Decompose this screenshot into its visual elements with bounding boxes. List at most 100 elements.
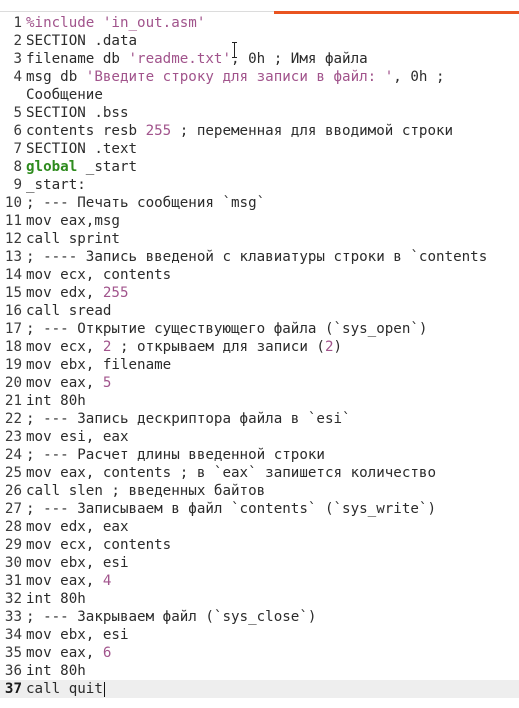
code-line[interactable]: 18 mov ecx, 2 ; открываем для записи (2) bbox=[0, 338, 519, 356]
code-line-current[interactable]: 37 call quit bbox=[0, 680, 519, 698]
code-text[interactable]: call quit bbox=[26, 680, 105, 698]
code-token: call sread bbox=[26, 303, 112, 319]
code-line[interactable]: 8 global _start bbox=[0, 158, 519, 176]
code-token: mov eax, bbox=[26, 375, 103, 391]
line-number: 31 bbox=[4, 573, 22, 589]
line-number: 1 bbox=[13, 15, 22, 31]
code-line[interactable]: 28 mov edx, eax bbox=[0, 518, 519, 536]
code-line[interactable]: 30 mov ebx, esi bbox=[0, 554, 519, 572]
line-number: 12 bbox=[4, 231, 22, 247]
code-text[interactable]: global _start bbox=[26, 158, 137, 176]
code-text[interactable]: %include 'in_out.asm' bbox=[26, 14, 205, 32]
code-text[interactable]: call sread bbox=[26, 302, 111, 320]
code-line[interactable]: 11 mov eax,msg bbox=[0, 212, 519, 230]
code-line[interactable]: 34 mov ebx, esi bbox=[0, 626, 519, 644]
code-line[interactable]: 7 SECTION .text bbox=[0, 140, 519, 158]
code-text[interactable]: mov eax, 6 bbox=[26, 644, 111, 662]
code-line[interactable]: 33; --- Закрываем файл (`sys_close`) bbox=[0, 608, 519, 626]
code-text[interactable]: SECTION .bss bbox=[26, 104, 129, 122]
code-text[interactable]: mov edx, 255 bbox=[26, 284, 129, 302]
code-line[interactable]: 22; --- Запись дескриптора файла в `esi` bbox=[0, 410, 519, 428]
code-line[interactable]: 32 int 80h bbox=[0, 590, 519, 608]
code-line[interactable]: 36 int 80h bbox=[0, 662, 519, 680]
code-token: _start: bbox=[26, 177, 86, 193]
line-number: 29 bbox=[4, 537, 22, 553]
code-text[interactable]: mov eax, 4 bbox=[26, 572, 111, 590]
code-text[interactable]: filename db 'readme.txt', 0h ; Имя файла bbox=[26, 50, 368, 68]
code-token: ; переменная для вводимой строки bbox=[171, 123, 454, 139]
string-literal: 'readme.txt' bbox=[128, 51, 232, 67]
code-line[interactable]: 29 mov ecx, contents bbox=[0, 536, 519, 554]
code-line[interactable]: 9 _start: bbox=[0, 176, 519, 194]
code-line[interactable]: 26 call slen ; введенных байтов bbox=[0, 482, 519, 500]
code-text[interactable]: ; ---- Запись введеной с клавиатуры стро… bbox=[26, 248, 487, 266]
code-text[interactable]: mov edx, eax bbox=[26, 518, 129, 536]
code-text[interactable]: ; --- Закрываем файл (`sys_close`) bbox=[26, 608, 316, 626]
code-line[interactable]: 14 mov ecx, contents bbox=[0, 266, 519, 284]
code-line[interactable]: 19 mov ebx, filename bbox=[0, 356, 519, 374]
code-token: mov ebx, esi bbox=[26, 627, 129, 643]
code-line[interactable]: 27; --- Записываем в файл `contents` (`s… bbox=[0, 500, 519, 518]
code-token: int 80h bbox=[26, 393, 86, 409]
code-text[interactable]: mov eax, contents ; в `eax` запишется ко… bbox=[26, 464, 436, 482]
code-line[interactable]: 12 call sprint bbox=[0, 230, 519, 248]
code-line[interactable]: 1 %include 'in_out.asm' bbox=[0, 14, 519, 32]
code-token: _start bbox=[77, 159, 138, 175]
code-line[interactable]: 3 filename db 'readme.txt', 0h ; Имя файл… bbox=[0, 50, 519, 68]
code-text[interactable]: mov ebx, esi bbox=[26, 626, 129, 644]
code-text[interactable]: ; --- Расчет длины введенной строки bbox=[26, 446, 325, 464]
code-line[interactable]: 16 call sread bbox=[0, 302, 519, 320]
code-line[interactable]: 6 contents resb 255 ; переменная для ввод… bbox=[0, 122, 519, 140]
code-text[interactable]: mov eax, 5 bbox=[26, 374, 111, 392]
code-text[interactable]: SECTION .text bbox=[26, 140, 137, 158]
code-text[interactable]: int 80h bbox=[26, 662, 86, 680]
code-line[interactable]: 21 int 80h bbox=[0, 392, 519, 410]
code-line[interactable]: 31 mov eax, 4 bbox=[0, 572, 519, 590]
code-line[interactable]: 25 mov eax, contents ; в `eax` запишется … bbox=[0, 464, 519, 482]
code-token: msg db bbox=[26, 69, 86, 85]
code-text[interactable]: contents resb 255 ; переменная для вводи… bbox=[26, 122, 453, 140]
code-text[interactable]: mov ebx, filename bbox=[26, 356, 171, 374]
line-number: 23 bbox=[4, 429, 22, 445]
code-line[interactable]: 15 mov edx, 255 bbox=[0, 284, 519, 302]
number-literal: 6 bbox=[102, 645, 112, 661]
code-text[interactable]: mov ecx, contents bbox=[26, 266, 171, 284]
code-text[interactable]: SECTION .data bbox=[26, 32, 137, 50]
code-text[interactable]: ; --- Запись дескриптора файла в `esi` bbox=[26, 410, 351, 428]
code-text[interactable]: mov ecx, 2 ; открываем для записи (2) bbox=[26, 338, 342, 356]
code-token: Сообщение bbox=[26, 87, 103, 103]
code-text[interactable]: Сообщение bbox=[26, 86, 103, 104]
code-token: SECTION .text bbox=[26, 141, 138, 157]
code-line[interactable]: 35 mov eax, 6 bbox=[0, 644, 519, 662]
code-text[interactable]: mov ecx, contents bbox=[26, 536, 171, 554]
code-line[interactable]: 20 mov eax, 5 bbox=[0, 374, 519, 392]
code-line-wrapped[interactable]: Сообщение bbox=[0, 86, 519, 104]
code-line[interactable]: 5 SECTION .bss bbox=[0, 104, 519, 122]
line-number: 18 bbox=[4, 339, 22, 355]
line-number: 17 bbox=[4, 321, 22, 337]
code-text[interactable]: ; --- Открытие существующего файла (`sys… bbox=[26, 320, 427, 338]
code-line[interactable]: 17; --- Открытие существующего файла (`s… bbox=[0, 320, 519, 338]
number-literal: 5 bbox=[102, 375, 112, 391]
code-text[interactable]: mov ebx, esi bbox=[26, 554, 129, 572]
code-text[interactable]: call sprint bbox=[26, 230, 120, 248]
code-line[interactable]: 24; --- Расчет длины введенной строки bbox=[0, 446, 519, 464]
code-text[interactable]: ; --- Записываем в файл `contents` (`sys… bbox=[26, 500, 436, 518]
code-text[interactable]: _start: bbox=[26, 176, 86, 194]
code-text[interactable]: call slen ; введенных байтов bbox=[26, 482, 265, 500]
code-text[interactable]: mov eax,msg bbox=[26, 212, 120, 230]
line-number: 37 bbox=[4, 681, 22, 697]
code-line[interactable]: 23 mov esi, eax bbox=[0, 428, 519, 446]
code-line[interactable]: 10; --- Печать сообщения `msg` bbox=[0, 194, 519, 212]
code-text[interactable]: msg db 'Введите строку для записи в файл… bbox=[26, 68, 445, 86]
code-text[interactable]: mov esi, eax bbox=[26, 428, 129, 446]
code-text[interactable]: int 80h bbox=[26, 590, 86, 608]
line-number: 28 bbox=[4, 519, 22, 535]
code-editor[interactable]: 1 %include 'in_out.asm' 2 SECTION .data 3 fil… bbox=[0, 14, 519, 698]
line-number: 3 bbox=[13, 51, 22, 67]
code-text[interactable]: ; --- Печать сообщения `msg` bbox=[26, 194, 265, 212]
code-line[interactable]: 13; ---- Запись введеной с клавиатуры ст… bbox=[0, 248, 519, 266]
code-line[interactable]: 2 SECTION .data bbox=[0, 32, 519, 50]
code-line[interactable]: 4 msg db 'Введите строку для записи в фай… bbox=[0, 68, 519, 86]
code-text[interactable]: int 80h bbox=[26, 392, 86, 410]
